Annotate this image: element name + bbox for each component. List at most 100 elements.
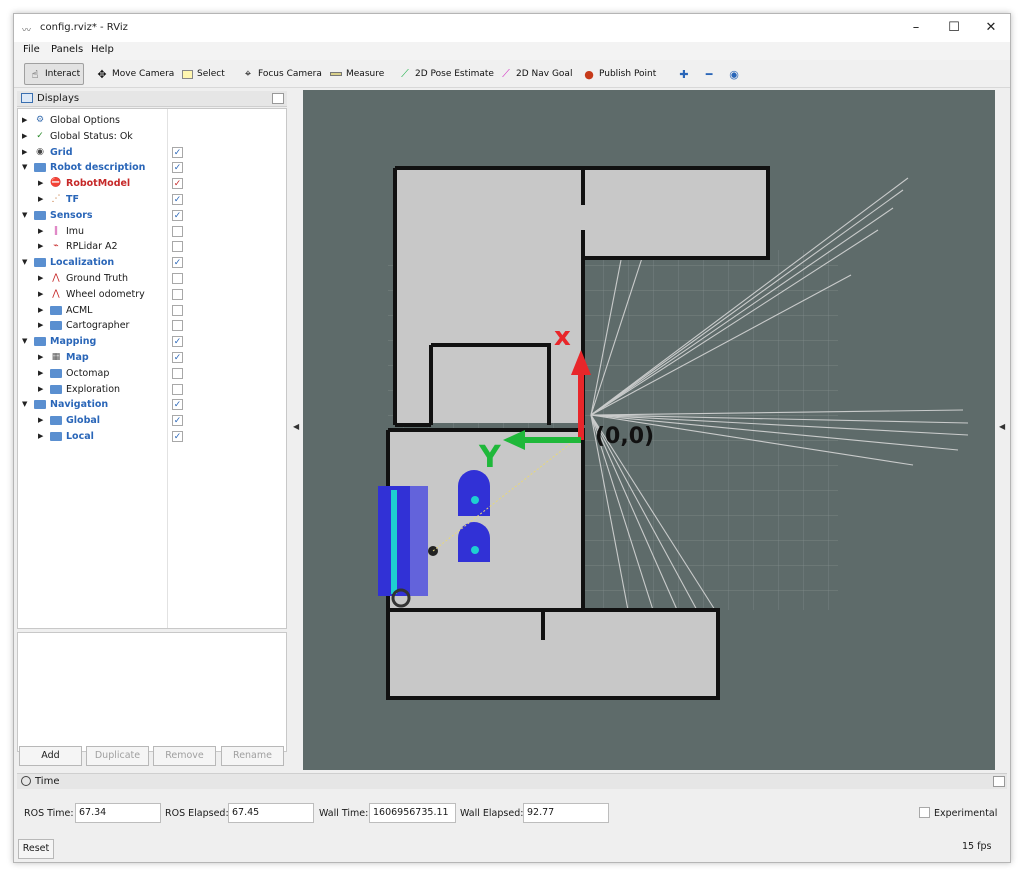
expand-right-icon[interactable]: ▶ (38, 274, 46, 282)
display-enable-checkbox[interactable]: ✓ (172, 399, 183, 411)
reset-button[interactable]: Reset (18, 839, 54, 859)
display-item-robotmodel[interactable]: ▶ ⛔ RobotModel ✓ (18, 176, 286, 192)
display-enable-checkbox[interactable] (172, 241, 183, 253)
display-enable-checkbox[interactable]: ✓ (172, 209, 183, 221)
display-enable-checkbox[interactable] (172, 367, 183, 379)
expand-right-icon[interactable]: ▶ (38, 432, 46, 440)
display-item-global[interactable]: ▶ Global ✓ (18, 413, 286, 429)
expand-right-icon[interactable]: ▶ (38, 321, 46, 329)
left-splitter[interactable]: ◀ (291, 90, 301, 770)
expand-right-icon[interactable]: ▶ (38, 385, 46, 393)
measure-tool[interactable]: Measure (327, 63, 387, 85)
display-item-acml[interactable]: ▶ ACML (18, 303, 286, 319)
pose-estimate-tool[interactable]: ⟋ 2D Pose Estimate (395, 63, 497, 85)
display-item-map[interactable]: ▶ ▦ Map ✓ (18, 350, 286, 366)
add-tool-button[interactable]: ✚ (674, 63, 697, 85)
wall-time-field[interactable]: 1606956735.11 (369, 803, 456, 823)
display-item-octomap[interactable]: ▶ Octomap (18, 366, 286, 382)
display-enable-checkbox[interactable]: ✓ (172, 415, 183, 427)
nav-goal-tool[interactable]: ⟋ 2D Nav Goal (496, 63, 575, 85)
expand-right-icon[interactable]: ▶ (38, 195, 46, 203)
menu-help[interactable]: Help (91, 44, 114, 55)
select-tool[interactable]: Select (179, 63, 228, 85)
ros-time-field[interactable]: 67.34 (75, 803, 161, 823)
expand-down-icon[interactable]: ▼ (22, 400, 30, 408)
duplicate-display-button[interactable]: Duplicate (86, 746, 149, 766)
display-enable-checkbox[interactable]: ✓ (172, 257, 183, 269)
display-item-ground-truth[interactable]: ▶ ⋀ Ground Truth (18, 271, 286, 287)
display-enable-checkbox[interactable] (172, 225, 183, 237)
experimental-checkbox[interactable] (919, 807, 930, 818)
display-item-wheel-odometry[interactable]: ▶ ⋀ Wheel odometry (18, 287, 286, 303)
view-options-button[interactable]: ◉ (724, 63, 747, 85)
display-item-imu[interactable]: ▶ ‖ Imu (18, 224, 286, 240)
expand-right-icon[interactable]: ▶ (22, 132, 30, 140)
display-enable-checkbox[interactable]: ✓ (172, 162, 183, 174)
display-item-label: RPLidar A2 (66, 241, 118, 253)
display-enable-checkbox[interactable] (172, 288, 183, 300)
display-enable-checkbox[interactable] (172, 320, 183, 332)
display-enable-checkbox[interactable]: ✓ (172, 352, 183, 363)
render-viewport[interactable]: x Y (0,0) (303, 90, 995, 770)
display-item-localization[interactable]: ▼ Localization ✓ (18, 255, 286, 271)
displays-tree[interactable]: ▶ ⚙ Global Options ▶ ✓ Global Status: Ok ▶ ◉ Gri… (17, 108, 287, 629)
remove-tool-button[interactable]: ━ (699, 63, 722, 85)
y-axis-label: Y (479, 440, 501, 475)
display-enable-checkbox[interactable] (172, 383, 183, 395)
display-enable-checkbox[interactable]: ✓ (172, 178, 183, 190)
publish-point-tool[interactable]: ● Publish Point (579, 63, 659, 85)
display-item-navigation[interactable]: ▼ Navigation ✓ (18, 397, 286, 413)
display-enable-checkbox[interactable] (172, 273, 183, 284)
display-enable-checkbox[interactable]: ✓ (172, 431, 183, 442)
expand-right-icon[interactable]: ▶ (38, 290, 46, 298)
expand-right-icon[interactable]: ▶ (38, 227, 46, 235)
plus-icon: ✚ (679, 67, 689, 81)
display-item-grid[interactable]: ▶ ◉ Grid ✓ (18, 145, 286, 161)
expand-right-icon[interactable]: ▶ (38, 353, 46, 361)
expand-right-icon[interactable]: ▶ (38, 369, 46, 377)
display-enable-checkbox[interactable]: ✓ (172, 336, 183, 348)
expand-right-icon[interactable]: ▶ (38, 306, 46, 314)
close-button[interactable]: ✕ (976, 18, 1006, 38)
property-description-pane (17, 632, 287, 752)
display-item-cartographer[interactable]: ▶ Cartographer (18, 318, 286, 334)
display-enable-checkbox[interactable] (172, 304, 183, 316)
laser-icon: ⌁ (53, 241, 59, 252)
display-enable-checkbox[interactable]: ✓ (172, 146, 183, 158)
expand-down-icon[interactable]: ▼ (22, 337, 30, 345)
right-splitter[interactable]: ◀ (997, 90, 1007, 770)
display-item-exploration[interactable]: ▶ Exploration (18, 382, 286, 398)
menu-panels[interactable]: Panels (51, 44, 83, 55)
display-item-local[interactable]: ▶ Local ✓ (18, 429, 286, 445)
display-item-sensors[interactable]: ▼ Sensors ✓ (18, 208, 286, 224)
add-display-button[interactable]: Add (19, 746, 82, 766)
display-item-tf[interactable]: ▶ ⋰ TF ✓ (18, 192, 286, 208)
expand-right-icon[interactable]: ▶ (38, 242, 46, 250)
remove-display-button[interactable]: Remove (153, 746, 216, 766)
expand-right-icon[interactable]: ▶ (22, 148, 30, 156)
expand-right-icon[interactable]: ▶ (38, 416, 46, 424)
wall-elapsed-field[interactable]: 92.77 (523, 803, 609, 823)
expand-right-icon[interactable]: ▶ (22, 116, 30, 124)
rename-display-button[interactable]: Rename (221, 746, 284, 766)
focus-camera-tool[interactable]: ⌖ Focus Camera (238, 63, 325, 85)
float-panel-button[interactable] (272, 93, 284, 104)
display-item-global-status-ok[interactable]: ▶ ✓ Global Status: Ok (18, 129, 286, 145)
display-item-label: Local (66, 431, 94, 442)
display-item-mapping[interactable]: ▼ Mapping ✓ (18, 334, 286, 350)
expand-down-icon[interactable]: ▼ (22, 258, 30, 266)
float-time-panel-button[interactable] (993, 776, 1005, 787)
expand-right-icon[interactable]: ▶ (38, 179, 46, 187)
minimize-button[interactable]: – (901, 18, 931, 38)
display-item-global-options[interactable]: ▶ ⚙ Global Options (18, 113, 286, 129)
menu-file[interactable]: File (23, 44, 40, 55)
display-item-rplidar-a2[interactable]: ▶ ⌁ RPLidar A2 (18, 239, 286, 255)
maximize-button[interactable]: ☐ (939, 18, 969, 38)
display-enable-checkbox[interactable]: ✓ (172, 194, 183, 205)
move-camera-tool[interactable]: ✥ Move Camera (92, 63, 177, 85)
ros-elapsed-field[interactable]: 67.45 (228, 803, 314, 823)
expand-down-icon[interactable]: ▼ (22, 211, 30, 219)
interact-tool[interactable]: ☝ Interact (24, 63, 85, 85)
expand-down-icon[interactable]: ▼ (22, 163, 30, 171)
display-item-robot-description[interactable]: ▼ Robot description ✓ (18, 160, 286, 176)
